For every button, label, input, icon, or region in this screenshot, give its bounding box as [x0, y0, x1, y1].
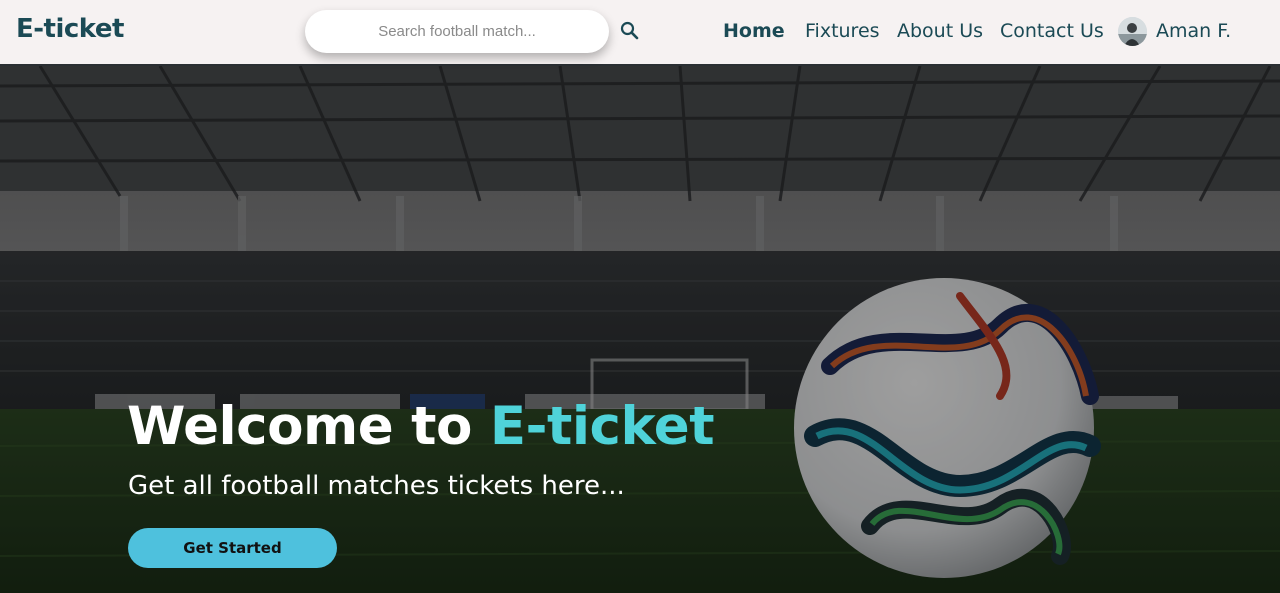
- hero-title-prefix: Welcome to: [127, 396, 490, 457]
- hero-title-accent: E-ticket: [489, 396, 715, 457]
- hero-dark-overlay: [0, 66, 1280, 593]
- hero-title: Welcome to E-ticket: [127, 396, 715, 457]
- nav-contact-us[interactable]: Contact Us: [1000, 20, 1104, 42]
- nav-about-us[interactable]: About Us: [897, 20, 983, 42]
- search-input[interactable]: [305, 10, 609, 53]
- hero-subtitle: Get all football matches tickets here...: [128, 471, 625, 501]
- avatar[interactable]: [1118, 17, 1147, 46]
- top-navbar: E-ticket Home Fixtures About Us Contact …: [0, 0, 1280, 66]
- nav-fixtures[interactable]: Fixtures: [805, 20, 880, 42]
- get-started-button[interactable]: Get Started: [128, 528, 337, 568]
- search-icon[interactable]: [619, 20, 641, 42]
- nav-home[interactable]: Home: [723, 20, 785, 42]
- hero-section: Welcome to E-ticket Get all football mat…: [0, 66, 1280, 593]
- user-name[interactable]: Aman F.: [1156, 20, 1231, 42]
- brand-logo[interactable]: E-ticket: [16, 14, 124, 44]
